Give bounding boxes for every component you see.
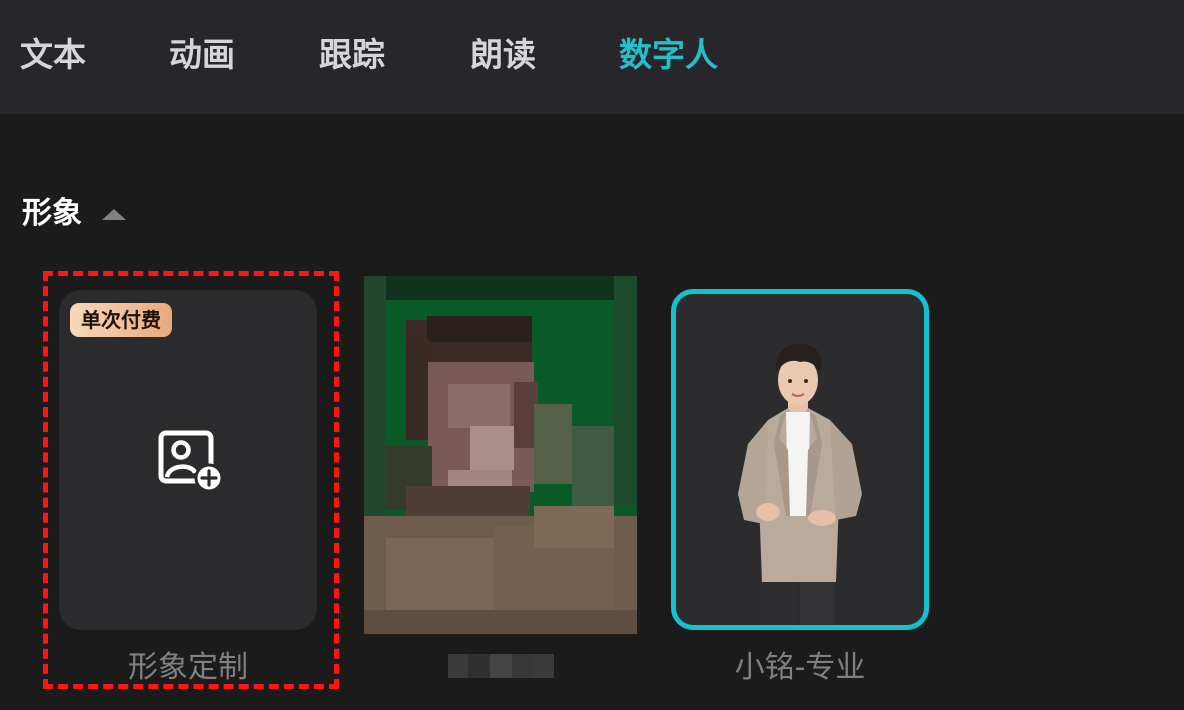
tab-text[interactable]: 文本 xyxy=(20,30,86,80)
tab-bar: 文本 动画 跟踪 朗读 数字人 xyxy=(0,0,1184,114)
custom-avatar-label: 形象定制 xyxy=(128,650,248,685)
avatar-name-label: 小铭-专业 xyxy=(734,650,866,685)
custom-avatar-card[interactable]: 单次付费 xyxy=(59,290,317,630)
tab-read-aloud[interactable]: 朗读 xyxy=(470,30,536,80)
section-title-avatar[interactable]: 形象 xyxy=(22,192,82,236)
pixelated-avatar-label xyxy=(448,654,554,678)
presenter-figure xyxy=(738,344,862,625)
avatar-card-xiaoming[interactable] xyxy=(671,289,929,630)
add-portrait-icon xyxy=(158,430,224,492)
collapse-caret-icon[interactable] xyxy=(102,209,126,220)
pixelated-avatar-card[interactable] xyxy=(364,276,637,634)
tab-digital-human[interactable]: 数字人 xyxy=(619,30,718,80)
tab-animation[interactable]: 动画 xyxy=(169,30,235,80)
pay-per-use-badge: 单次付费 xyxy=(70,303,172,337)
tab-tracking[interactable]: 跟踪 xyxy=(319,30,385,80)
